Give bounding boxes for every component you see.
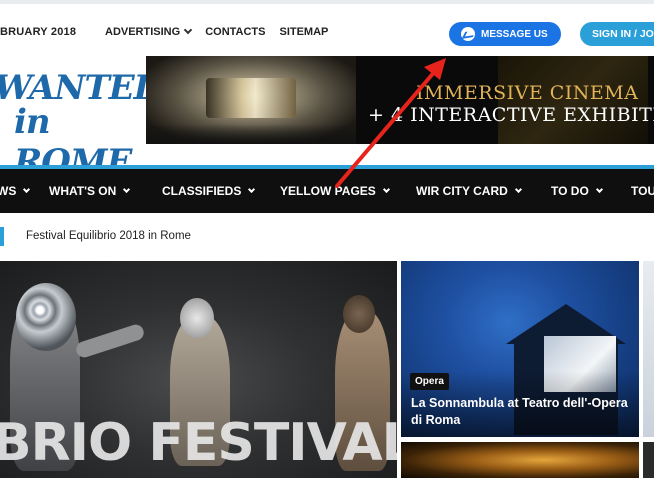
top-nav-label: ADVERTISING xyxy=(105,26,181,38)
chevron-down-icon xyxy=(382,185,390,193)
main-nav-yellow-pages[interactable]: YELLOW PAGES xyxy=(280,184,390,198)
site-logo[interactable]: WANTED in ROME xyxy=(0,60,163,182)
chevron-down-icon xyxy=(595,185,603,193)
message-us-button[interactable]: MESSAGE US xyxy=(449,22,561,46)
chevron-down-icon xyxy=(23,185,31,193)
main-nav-to-do[interactable]: TO DO xyxy=(551,184,603,198)
top-bar: BRUARY 2018 ADVERTISING CONTACTS SITEMAP… xyxy=(0,0,654,58)
main-nav-wir-city-card[interactable]: WIR CITY CARD xyxy=(416,184,522,198)
dancer-arm xyxy=(74,322,146,360)
message-us-label: MESSAGE US xyxy=(481,28,548,40)
top-nav-label: SITEMAP xyxy=(279,26,329,38)
main-nav-label: TO DO xyxy=(551,184,589,198)
hero-headline: BRIO FESTIVAL 201 xyxy=(0,413,397,473)
main-nav: WS WHAT'S ON CLASSIFIEDS YELLOW PAGES WI… xyxy=(0,169,654,213)
main-nav-label: YELLOW PAGES xyxy=(280,184,376,198)
main-nav-classifieds[interactable]: CLASSIFIEDS xyxy=(162,184,256,198)
chevron-down-icon xyxy=(514,185,522,193)
main-nav-whats-on[interactable]: WHAT'S ON xyxy=(49,184,131,198)
main-nav-tours[interactable]: TOU xyxy=(631,184,654,198)
feature-tile-lower[interactable] xyxy=(401,442,639,478)
banner-image xyxy=(146,56,356,144)
main-nav-label: TOU xyxy=(631,184,654,198)
banner-headline: IMMERSIVE CINEMA xyxy=(416,82,639,104)
top-nav-contacts[interactable]: CONTACTS xyxy=(205,26,265,38)
ticker-link[interactable]: Festival Equilibrio 2018 in Rome xyxy=(26,230,191,242)
tile-title[interactable]: La Sonnambula at Teatro dell'-Opera di R… xyxy=(411,395,636,429)
top-nav-sitemap[interactable]: SITEMAP xyxy=(279,26,328,38)
chevron-down-icon xyxy=(183,25,193,35)
banner-subheadline: + 4 INTERACTIVE EXHIBITIONS xyxy=(368,104,654,126)
top-nav-label: CONTACTS xyxy=(205,26,266,38)
chevron-down-icon xyxy=(123,185,131,193)
messenger-icon xyxy=(461,27,475,41)
main-nav-label: WIR CITY CARD xyxy=(416,184,508,198)
banner-ad[interactable]: IMMERSIVE CINEMA + 4 INTERACTIVE EXHIBIT… xyxy=(146,56,654,144)
chevron-down-icon xyxy=(248,185,256,193)
current-date: BRUARY 2018 xyxy=(0,26,77,38)
top-nav-advertising[interactable]: ADVERTISING xyxy=(105,25,193,38)
main-nav-label: CLASSIFIEDS xyxy=(162,184,242,198)
main-nav-news[interactable]: WS xyxy=(0,184,31,198)
ticker-marker xyxy=(0,227,4,246)
sign-in-button[interactable]: SIGN IN / JO xyxy=(580,22,654,46)
hero-feature[interactable]: BRIO FESTIVAL 201 xyxy=(0,261,397,478)
top-nav: ADVERTISING CONTACTS SITEMAP xyxy=(105,25,328,38)
feature-tile-lower-partial[interactable] xyxy=(643,442,654,478)
main-nav-label: WS xyxy=(0,184,17,198)
main-nav-label: WHAT'S ON xyxy=(49,184,117,198)
category-badge[interactable]: Opera xyxy=(410,373,449,390)
feature-tile-partial[interactable] xyxy=(643,261,654,437)
